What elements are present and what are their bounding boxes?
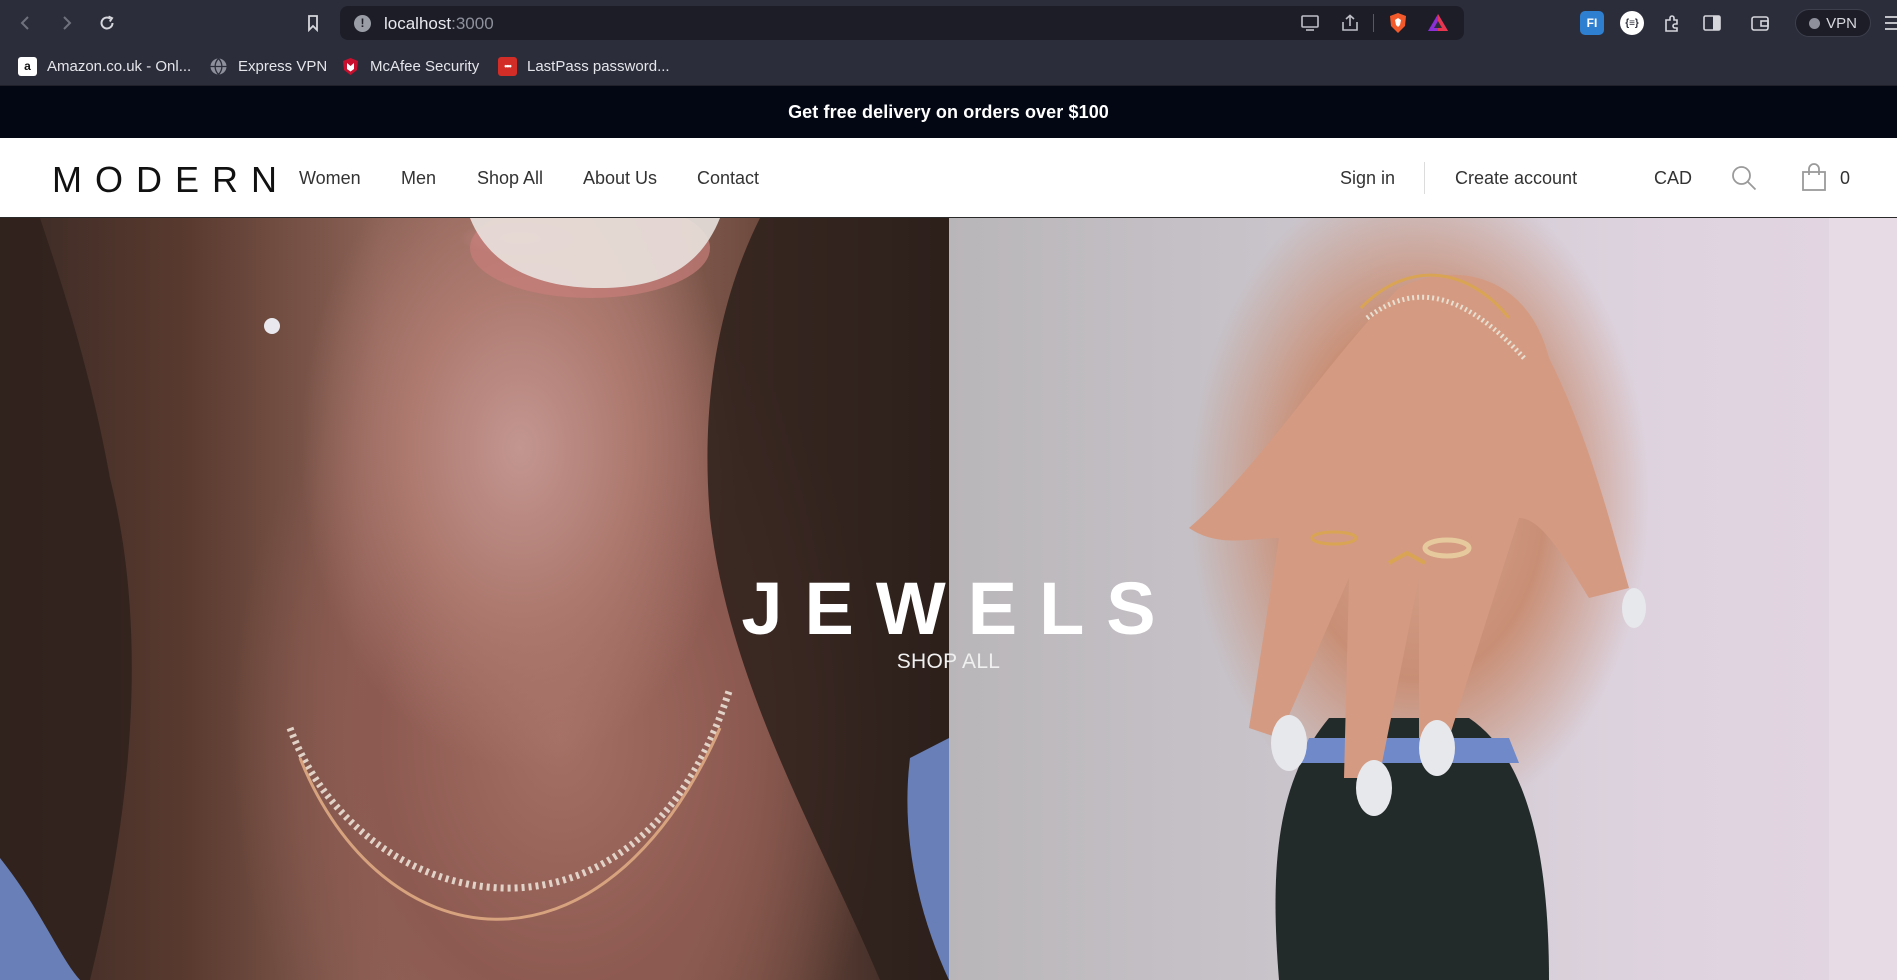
cast-icon[interactable] xyxy=(1300,14,1320,32)
currency-selector[interactable]: CAD xyxy=(1654,168,1692,189)
forward-button[interactable] xyxy=(53,10,79,36)
arrow-right-icon xyxy=(63,16,72,30)
bookmark-label: Amazon.co.uk - Onl... xyxy=(47,57,192,75)
create-account-link[interactable]: Create account xyxy=(1455,168,1577,189)
brave-shields-icon[interactable] xyxy=(1387,12,1409,34)
wallet-icon[interactable] xyxy=(1750,13,1770,33)
bookmark-lastpass[interactable]: ••• LastPass password... xyxy=(498,54,670,78)
sidebar-toggle-icon[interactable] xyxy=(1702,13,1722,33)
share-icon[interactable] xyxy=(1340,14,1360,32)
lastpass-icon: ••• xyxy=(498,56,517,76)
search-icon[interactable] xyxy=(1731,165,1757,191)
vpn-label: VPN xyxy=(1826,14,1857,32)
shop-all-link[interactable]: SHOP ALL xyxy=(0,650,1897,674)
promo-text: Get free delivery on orders over $100 xyxy=(788,102,1109,122)
globe-icon xyxy=(210,57,227,75)
reload-button[interactable] xyxy=(94,10,120,36)
header-divider xyxy=(1424,162,1425,194)
browser-toolbar: ! localhost:3000 FI {≡} VPN xyxy=(0,0,1897,46)
nav-item-contact[interactable]: Contact xyxy=(697,168,759,189)
mcafee-icon xyxy=(343,57,358,75)
nav-item-about-us[interactable]: About Us xyxy=(583,168,657,189)
site-info-icon[interactable]: ! xyxy=(354,15,371,32)
bookmark-mcafee[interactable]: McAfee Security xyxy=(341,54,479,78)
cart-bag-icon[interactable] xyxy=(1801,163,1827,191)
nav-item-women[interactable]: Women xyxy=(299,168,361,189)
reload-icon xyxy=(100,15,114,30)
vpn-status-icon xyxy=(1809,17,1821,29)
address-bar[interactable]: ! localhost:3000 xyxy=(340,6,1464,40)
amazon-icon: a xyxy=(18,56,37,76)
hero-title: JEWELS xyxy=(741,567,1178,650)
url-text[interactable]: localhost:3000 xyxy=(384,14,494,34)
menu-icon[interactable] xyxy=(1884,14,1897,32)
puzzle-extensions-icon[interactable] xyxy=(1662,13,1682,33)
nav-item-shop-all[interactable]: Shop All xyxy=(477,168,543,189)
bookmark-label: McAfee Security xyxy=(370,57,480,75)
json-extension-icon[interactable]: {≡} xyxy=(1620,11,1644,35)
promo-banner: Get free delivery on orders over $100 xyxy=(0,86,1897,138)
arrow-left-icon xyxy=(20,16,29,30)
fi-extension-icon[interactable]: FI xyxy=(1580,11,1604,35)
toolbar-separator xyxy=(1373,14,1374,32)
url-port: :3000 xyxy=(451,14,494,33)
url-host: localhost xyxy=(384,14,452,33)
bookmark-icon xyxy=(308,15,318,32)
vpn-button[interactable]: VPN xyxy=(1795,9,1871,37)
back-button[interactable] xyxy=(13,10,39,36)
brave-rewards-icon[interactable] xyxy=(1427,12,1449,34)
site-header: MODERN Women Men Shop All About Us Conta… xyxy=(0,138,1897,218)
bookmark-label: LastPass password... xyxy=(527,57,670,75)
sign-in-link[interactable]: Sign in xyxy=(1340,168,1395,189)
bookmarks-bar: a Amazon.co.uk - Onl... Express VPN McAf… xyxy=(0,46,1897,86)
site-logo[interactable]: MODERN xyxy=(52,159,290,201)
bookmark-amazon[interactable]: a Amazon.co.uk - Onl... xyxy=(18,54,191,78)
bookmark-express-vpn[interactable]: Express VPN xyxy=(209,54,327,78)
bookmark-page-button[interactable] xyxy=(300,10,326,36)
nav-item-men[interactable]: Men xyxy=(401,168,436,189)
bookmark-label: Express VPN xyxy=(238,57,328,75)
cart-count[interactable]: 0 xyxy=(1840,168,1850,189)
hero-banner: JEWELS SHOP ALL xyxy=(0,218,1897,980)
